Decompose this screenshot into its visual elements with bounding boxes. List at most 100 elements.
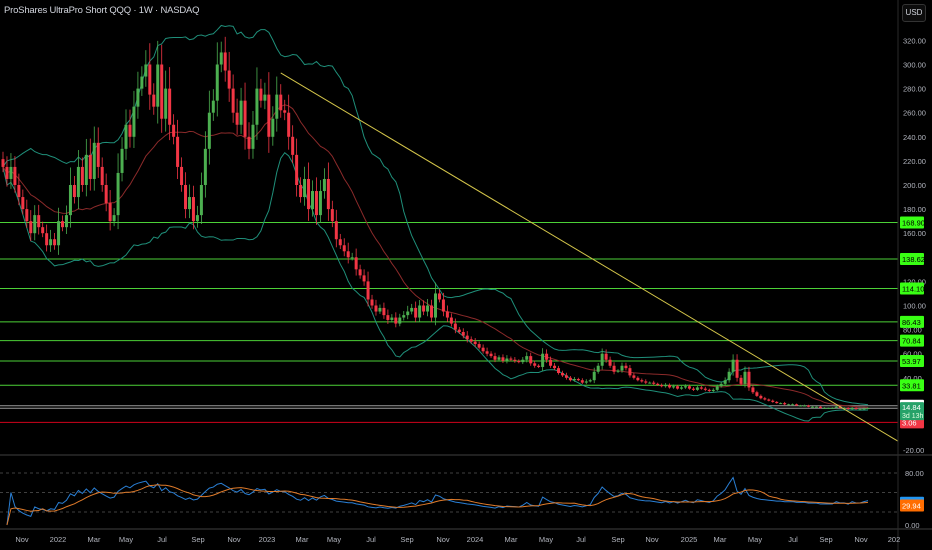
candle-body: [747, 371, 751, 388]
candle-body: [592, 371, 596, 381]
candle-body: [350, 257, 354, 259]
candle-body: [434, 293, 437, 318]
price-tick-label: 280.00: [903, 85, 926, 94]
candle-body: [624, 365, 628, 369]
candle-body: [441, 299, 445, 312]
time-tick-label: Sep: [400, 535, 413, 544]
candle-body: [858, 409, 862, 411]
candle-body: [283, 110, 287, 113]
bollinger-upper: [2, 24, 869, 406]
rsi-tick-label: 80.00: [905, 469, 924, 478]
candle-body: [493, 356, 497, 360]
candle-body: [287, 112, 291, 137]
candle-body: [826, 407, 830, 409]
time-tick-label: Sep: [819, 535, 832, 544]
price-tick-label: 100.00: [903, 302, 926, 311]
time-tick-label: Mar: [714, 535, 727, 544]
price-tick-label: 220.00: [903, 157, 926, 166]
rsi-tick-label: 0.00: [905, 521, 920, 530]
candle-body: [676, 386, 680, 389]
candle-body: [251, 124, 255, 149]
candle-body: [795, 404, 799, 406]
price-tick-label: 180.00: [903, 205, 926, 214]
candle-body: [818, 406, 822, 408]
candle-body: [628, 368, 632, 376]
candle-body: [715, 386, 719, 390]
candle-body: [5, 166, 9, 179]
time-tick-label: Mar: [296, 535, 309, 544]
candle-body: [227, 70, 231, 89]
candle-body: [354, 257, 358, 270]
candle-body: [231, 88, 235, 113]
candle-body: [814, 406, 818, 408]
level-price-label: 70.84: [902, 337, 921, 346]
price-chart[interactable]: 320.00 300.00 280.00 260.00 240.00 220.00 200.…: [0, 0, 932, 550]
candle-body: [755, 392, 759, 396]
candle-body: [533, 363, 537, 366]
time-tick-label: Sep: [191, 535, 204, 544]
candle-body: [727, 371, 731, 381]
candle-body: [53, 239, 57, 246]
candle-body: [80, 166, 84, 185]
candle-body: [810, 406, 814, 408]
candle-body: [211, 100, 215, 113]
candle-body: [29, 221, 33, 234]
candle-body: [846, 407, 850, 410]
candle-body: [545, 353, 549, 360]
time-tick-label: Jul: [157, 535, 167, 544]
level-price-label: 114.10: [902, 285, 924, 294]
currency-button[interactable]: USD: [902, 4, 926, 22]
candle-body: [505, 358, 509, 361]
candle-body: [580, 380, 584, 383]
time-tick-label: Nov: [436, 535, 450, 544]
candle-body: [854, 407, 858, 410]
candle-body: [263, 94, 267, 101]
candle-body: [557, 368, 561, 373]
candle-body: [783, 403, 787, 405]
candle-body: [187, 197, 191, 210]
candle-body: [25, 209, 29, 222]
candle-body: [338, 239, 342, 246]
candle-body: [199, 185, 203, 216]
candle-body: [418, 305, 422, 318]
candle-body: [88, 154, 92, 179]
bar-countdown-label: 3d 13h: [902, 413, 924, 420]
level-price-label: 138.62: [902, 255, 925, 264]
candle-body: [652, 382, 656, 384]
candle-body: [132, 106, 136, 137]
candle-body: [834, 406, 838, 408]
candle-body: [13, 166, 17, 185]
candle-body: [358, 269, 362, 276]
price-axis[interactable]: 320.00 300.00 280.00 260.00 240.00 220.00 200.…: [0, 0, 932, 550]
time-tick-label: Mar: [505, 535, 518, 544]
time-tick-label: Mar: [88, 535, 101, 544]
candle-body: [687, 386, 691, 389]
candle-body: [743, 371, 747, 384]
candle-body: [116, 172, 120, 216]
time-tick-label: Nov: [645, 535, 659, 544]
horizontal-levels: [0, 221, 898, 423]
candle-body: [608, 359, 612, 366]
candle-body: [382, 307, 386, 316]
time-tick-label: Jul: [576, 535, 586, 544]
level-price-label: 168.90: [902, 218, 925, 227]
time-tick-label: 2025: [681, 535, 698, 544]
price-tick-label: 260.00: [903, 109, 926, 118]
rsi-value-label: 29.94: [902, 502, 921, 511]
time-tick-label: May: [748, 535, 762, 544]
candle-body: [521, 359, 525, 363]
candle-body: [604, 353, 608, 360]
trendline[interactable]: [280, 72, 899, 442]
time-axis[interactable]: Nov 2022 Mar May Jul Sep Nov 2023 Mar May Jul Sep No…: [15, 535, 900, 544]
candle-body: [616, 370, 620, 372]
candle-body: [572, 379, 576, 381]
candle-body: [656, 383, 660, 386]
candle-body: [68, 185, 72, 216]
candle-body: [767, 399, 771, 401]
candle-body: [180, 166, 184, 185]
candle-body: [275, 94, 279, 119]
candle-body: [37, 215, 41, 228]
time-tick-label: May: [327, 535, 341, 544]
level-price-label: 86.43: [902, 318, 921, 327]
candle-body: [517, 360, 521, 363]
